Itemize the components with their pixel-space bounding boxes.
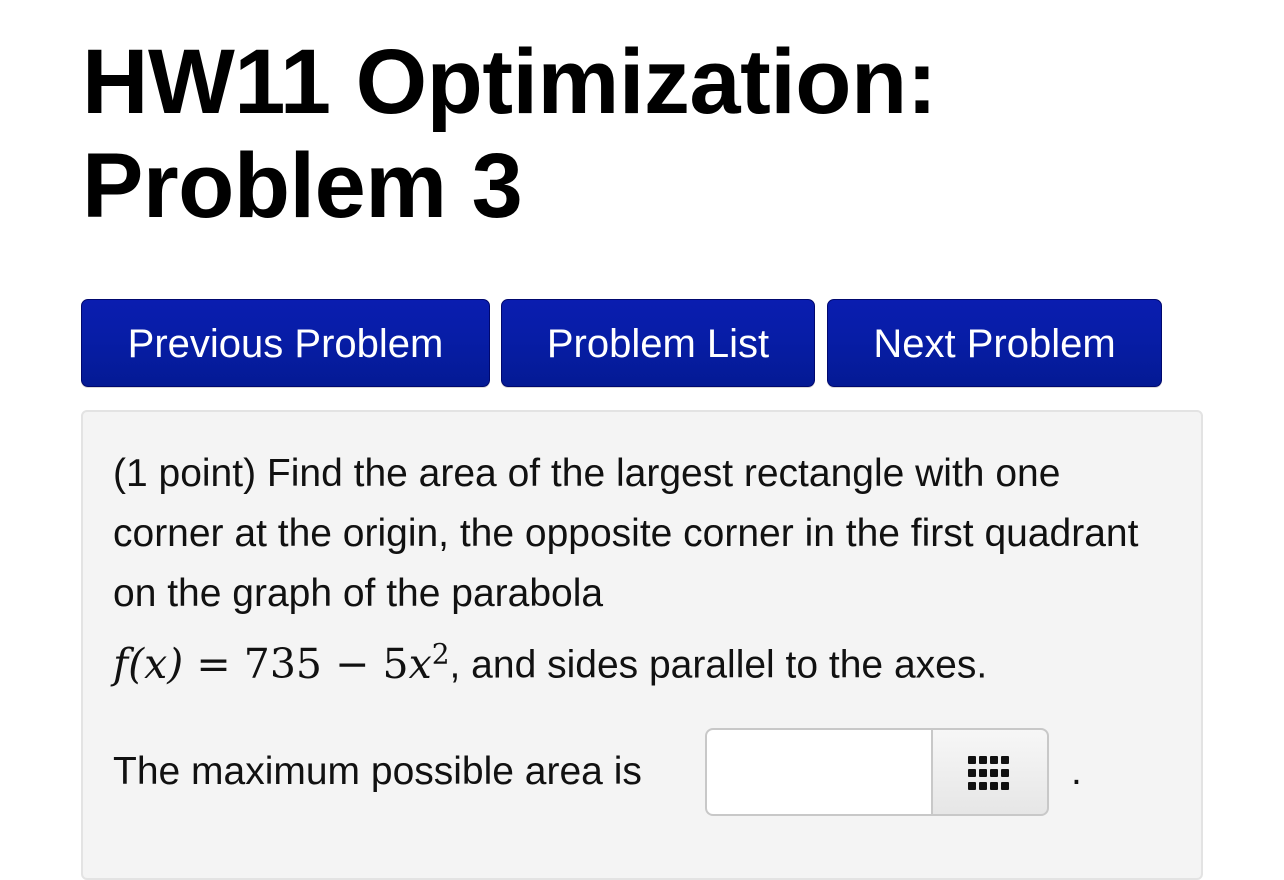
answer-input[interactable] bbox=[705, 728, 933, 816]
problem-text-part2: , and sides parallel to the axes. bbox=[449, 643, 988, 687]
page-title-line2: Problem 3 bbox=[82, 135, 523, 237]
formula-exponent: 2 bbox=[431, 637, 450, 670]
previous-problem-button[interactable]: Previous Problem bbox=[81, 299, 490, 387]
formula-coefficient: 5 bbox=[382, 639, 409, 688]
parabola-formula: f(x) = 735 − 5x2 bbox=[113, 637, 450, 688]
answer-label: The maximum possible area is bbox=[113, 750, 642, 793]
formula-lhs: f(x) bbox=[113, 639, 184, 688]
formula-variable: x bbox=[408, 639, 432, 688]
formula-minus: − bbox=[335, 639, 370, 688]
answer-row: The maximum possible area is . bbox=[113, 728, 1173, 816]
keypad-icon bbox=[968, 756, 1012, 790]
equation-keypad-button[interactable] bbox=[931, 728, 1049, 816]
page-title: HW11 Optimization: Problem 3 bbox=[82, 30, 1182, 238]
formula-constant: 735 bbox=[243, 639, 323, 688]
page-title-line1: HW11 Optimization: bbox=[82, 31, 937, 133]
formula-equals: = bbox=[196, 639, 231, 688]
problem-list-button[interactable]: Problem List bbox=[501, 299, 815, 387]
problem-body: (1 point) Find the area of the largest r… bbox=[81, 410, 1203, 880]
problem-points: (1 point) bbox=[113, 452, 257, 495]
next-problem-button[interactable]: Next Problem bbox=[827, 299, 1162, 387]
problem-text-part1: Find the area of the largest rectangle w… bbox=[113, 452, 1139, 615]
answer-period: . bbox=[1071, 750, 1082, 793]
problem-statement: (1 point) Find the area of the largest r… bbox=[113, 444, 1173, 696]
